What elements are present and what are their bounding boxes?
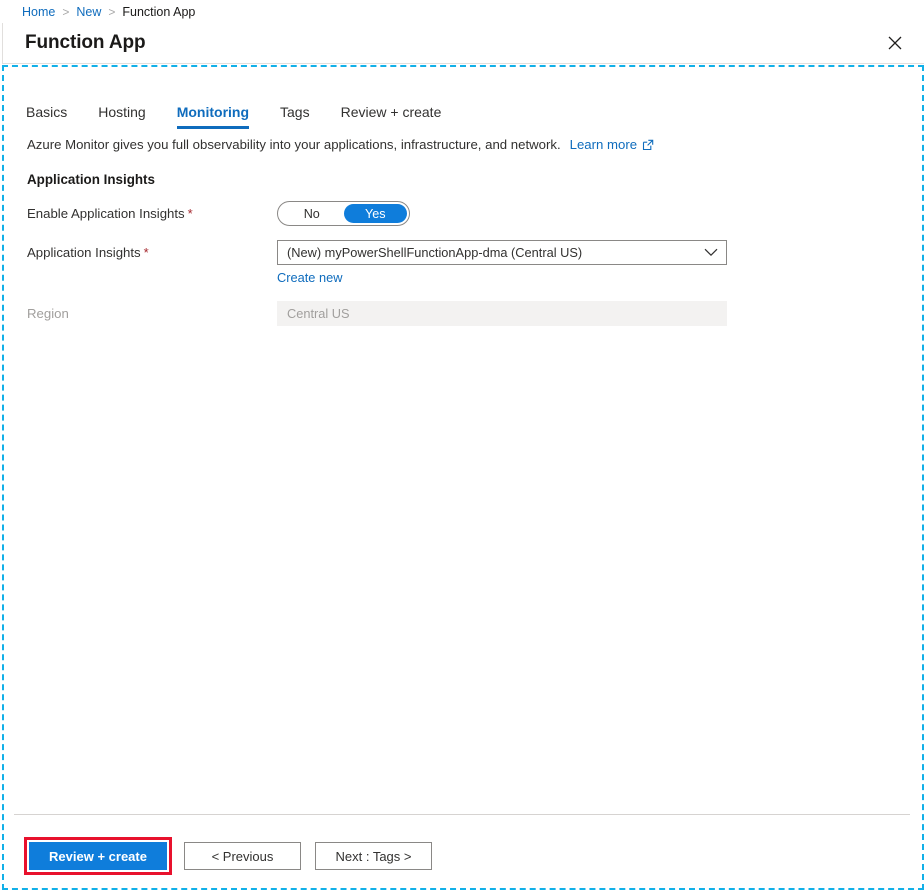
create-new-link[interactable]: Create new — [277, 270, 342, 285]
review-create-highlight: Review + create — [24, 837, 172, 875]
region-input: Central US — [277, 301, 727, 326]
breadcrumb-separator: > — [62, 4, 70, 19]
toggle-option-no[interactable]: No — [280, 204, 344, 223]
description-text: Azure Monitor gives you full observabili… — [27, 137, 561, 152]
previous-button[interactable]: < Previous — [184, 842, 301, 870]
label-region: Region — [27, 306, 69, 321]
azure-portal-screen: Home > New > Function App Function App B… — [0, 0, 924, 890]
description-row: Azure Monitor gives you full observabili… — [2, 137, 924, 152]
wizard-tabs: Basics Hosting Monitoring Tags Review + … — [2, 87, 924, 129]
breadcrumb-separator: > — [108, 4, 116, 19]
external-link-icon[interactable] — [642, 139, 654, 151]
next-tags-button[interactable]: Next : Tags > — [315, 842, 432, 870]
field-enable-app-insights: No Yes — [277, 201, 410, 226]
close-button[interactable] — [880, 28, 910, 58]
breadcrumb: Home > New > Function App — [0, 0, 924, 23]
section-heading-application-insights: Application Insights — [27, 172, 155, 187]
breadcrumb-item-home[interactable]: Home — [22, 5, 55, 19]
label-enable-app-insights: Enable Application Insights * — [27, 201, 277, 223]
app-insights-dropdown[interactable]: (New) myPowerShellFunctionApp-dma (Centr… — [277, 240, 727, 265]
breadcrumb-item-function-app: Function App — [122, 4, 196, 19]
tab-hosting[interactable]: Hosting — [98, 104, 145, 129]
blade-content: Basics Hosting Monitoring Tags Review + … — [2, 65, 924, 890]
tab-tags[interactable]: Tags — [280, 104, 310, 129]
label-text: Enable Application Insights — [27, 206, 185, 221]
chevron-down-icon[interactable] — [704, 248, 718, 257]
app-insights-selected-value: (New) myPowerShellFunctionApp-dma (Centr… — [287, 245, 583, 260]
wizard-footer: Review + create < Previous Next : Tags > — [0, 834, 924, 878]
enable-app-insights-toggle[interactable]: No Yes — [277, 201, 410, 226]
close-icon — [888, 36, 902, 50]
required-asterisk: * — [187, 206, 193, 221]
required-asterisk: * — [143, 245, 149, 260]
label-text: Application Insights — [27, 245, 141, 260]
region-value: Central US — [287, 306, 350, 321]
tab-basics[interactable]: Basics — [26, 104, 67, 129]
tab-monitoring[interactable]: Monitoring — [176, 104, 250, 129]
field-app-insights: (New) myPowerShellFunctionApp-dma (Centr… — [277, 240, 727, 287]
toggle-option-yes[interactable]: Yes — [343, 204, 407, 223]
footer-separator — [14, 814, 910, 815]
page-title: Function App — [25, 32, 146, 53]
form-row-app-insights: Application Insights * (New) myPowerShell… — [2, 240, 924, 287]
label-app-insights: Application Insights * — [27, 240, 277, 262]
learn-more-link[interactable]: Learn more — [570, 137, 637, 152]
form-row-region: Region Central US — [2, 301, 924, 326]
tab-review-create[interactable]: Review + create — [341, 104, 442, 129]
breadcrumb-item-new[interactable]: New — [76, 5, 101, 19]
review-create-button[interactable]: Review + create — [29, 842, 167, 870]
field-region: Central US — [277, 301, 727, 326]
blade-header: Function App — [2, 23, 924, 64]
form-row-enable-app-insights: Enable Application Insights * No Yes — [2, 201, 924, 226]
